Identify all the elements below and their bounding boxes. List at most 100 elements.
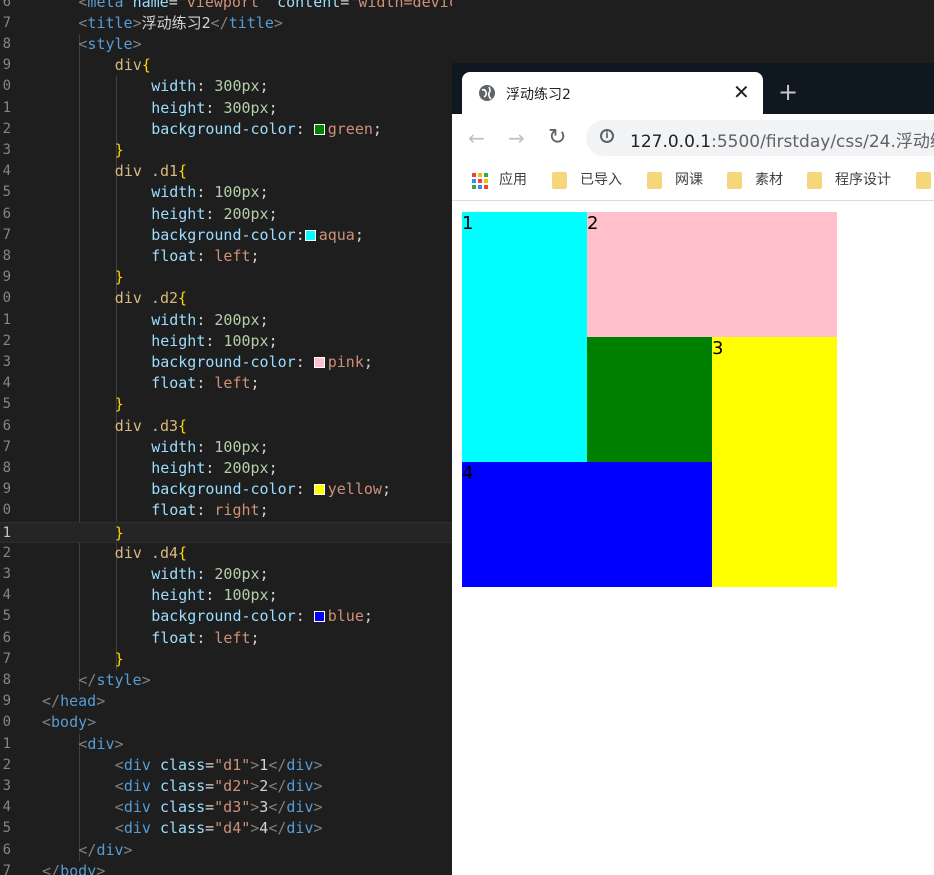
info-icon[interactable]: i [600, 129, 614, 143]
code-line[interactable]: 5 background-color: blue; [0, 606, 452, 627]
code-line[interactable]: 4 div .d1{ [0, 161, 452, 182]
code-token: 200px [214, 564, 260, 583]
code-token: left [214, 374, 251, 393]
code-line[interactable]: 4 float: left; [0, 373, 452, 394]
code-line[interactable]: 6 height: 200px; [0, 204, 452, 225]
code-token: } [114, 268, 124, 287]
code-line[interactable]: 7} [0, 649, 452, 670]
code-line[interactable]: 5 width: 100px; [0, 182, 452, 203]
code-token: div [123, 776, 151, 795]
code-line[interactable]: 3 <div class="d2">2</div> [0, 776, 452, 797]
box-label: 2 [587, 213, 599, 234]
code-line[interactable]: 0 float: right; [0, 500, 452, 521]
line-number: 3 [2, 565, 11, 582]
code-token: ; [259, 501, 269, 520]
code-token: style [87, 34, 133, 53]
code-line[interactable]: 5 <div class="d4">4</div> [0, 818, 452, 839]
forward-button[interactable]: → [508, 127, 525, 149]
code-line[interactable]: 4 <div class="d3">3</div> [0, 797, 452, 818]
new-tab-button[interactable]: + [778, 80, 798, 104]
code-text: <div class="d4">4</div> [115, 818, 323, 839]
code-line[interactable]: 1 width: 200px; [0, 310, 452, 331]
back-button[interactable]: ← [468, 127, 485, 149]
url-path: :5500/firstday/css/24.浮动练 [711, 132, 934, 152]
code-text: } [115, 267, 124, 288]
code-line[interactable]: 0 div .d2{ [0, 288, 452, 309]
code-token: } [114, 395, 124, 414]
code-token: > [96, 692, 106, 711]
code-line[interactable]: 0 <body> [0, 712, 452, 733]
code-line[interactable]: 7 width: 100px; [0, 437, 452, 458]
close-tab-icon[interactable]: ✕ [733, 80, 750, 104]
code-line[interactable]: 6 </div> [0, 840, 452, 861]
code-line[interactable]: 9} [0, 267, 452, 288]
code-line[interactable]: 2 div .d4{ [0, 543, 452, 564]
code-token: ; [259, 437, 269, 456]
code-line[interactable]: 4 height: 100px; [0, 585, 452, 606]
code-text: </body> [42, 861, 105, 875]
code-token: "d4" [214, 819, 251, 838]
code-line[interactable]: 6 div .d3{ [0, 416, 452, 437]
code-line[interactable]: 8 float: left; [0, 246, 452, 267]
line-number: 0 [2, 290, 11, 307]
code-line[interactable]: 1 height: 300px; [0, 98, 452, 119]
code-token: div .d4 [114, 543, 179, 562]
code-line[interactable]: 6 float: left; [0, 628, 452, 649]
code-line[interactable]: 7 </body> [0, 861, 452, 875]
code-token: = [205, 755, 215, 774]
code-token: green [327, 119, 373, 138]
color-swatch-icon[interactable] [313, 123, 325, 135]
code-line[interactable]: 9 div{ [0, 55, 452, 76]
line-number: 6 [2, 629, 11, 646]
code-text: <div class="d3">3</div> [115, 797, 323, 818]
color-swatch-icon[interactable] [313, 356, 325, 368]
code-line[interactable]: 1} [0, 521, 452, 543]
url-text[interactable]: 127.0.0.1:5500/firstday/css/24.浮动练 [630, 127, 934, 152]
browser-tab[interactable]: 浮动练习2 ✕ [462, 72, 763, 114]
code-token: width [151, 77, 197, 96]
code-line[interactable]: 7 background-color: aqua; [0, 225, 452, 246]
color-swatch-icon[interactable] [304, 229, 316, 241]
code-line[interactable]: 9 background-color: yellow; [0, 479, 452, 500]
code-line[interactable]: 8 </style> [0, 670, 452, 691]
code-text: width: 100px; [151, 437, 268, 458]
code-line[interactable]: 3} [0, 140, 452, 161]
code-line[interactable]: 8 height: 200px; [0, 458, 452, 479]
line-number: 7 [2, 650, 11, 667]
code-line[interactable]: 8 <style> [0, 34, 452, 55]
code-token: </ [42, 692, 61, 711]
code-text: <div class="d2">2</div> [115, 776, 323, 797]
line-number: 3 [2, 353, 11, 370]
address-bar[interactable]: i 127.0.0.1:5500/firstday/css/24.浮动练 [586, 120, 934, 156]
code-line[interactable]: 5} [0, 394, 452, 415]
code-line[interactable]: 6 <meta name="viewport" content="width=de… [0, 0, 452, 13]
code-token: class [159, 819, 206, 838]
code-line[interactable]: 2 height: 100px; [0, 331, 452, 352]
code-editor[interactable]: 6 <meta name="viewport" content="width=de… [0, 0, 452, 875]
code-line[interactable]: 9 </head> [0, 691, 452, 712]
code-token: { [141, 56, 151, 75]
url-host: 127.0.0.1 [630, 132, 712, 152]
code-token: : [295, 225, 305, 244]
code-token: div [286, 755, 314, 774]
color-swatch-icon[interactable] [313, 611, 325, 623]
color-swatch-icon[interactable] [313, 484, 325, 496]
code-line[interactable]: 0 width: 300px; [0, 76, 452, 97]
line-number: 7 [2, 862, 11, 875]
code-token: div [286, 776, 314, 795]
code-line[interactable]: 1 <div> [0, 734, 452, 755]
code-line[interactable]: 3 background-color: pink; [0, 352, 452, 373]
reload-button[interactable]: ↻ [548, 127, 566, 149]
code-line[interactable]: 7 <title>浮动练习2</title> [0, 13, 452, 34]
code-token: </ [78, 840, 97, 859]
code-text: div .d2{ [115, 288, 187, 309]
code-line[interactable]: 2 <div class="d1">1</div> [0, 755, 452, 776]
code-line[interactable]: 3 width: 200px; [0, 564, 452, 585]
code-text: float: left; [151, 246, 259, 267]
code-token: div [96, 840, 124, 859]
code-token: background-color [151, 225, 296, 244]
code-token: width [151, 183, 197, 202]
code-line[interactable]: 2 background-color: green; [0, 119, 452, 140]
code-token: float [151, 501, 197, 520]
box-d4: 4 [462, 462, 712, 587]
